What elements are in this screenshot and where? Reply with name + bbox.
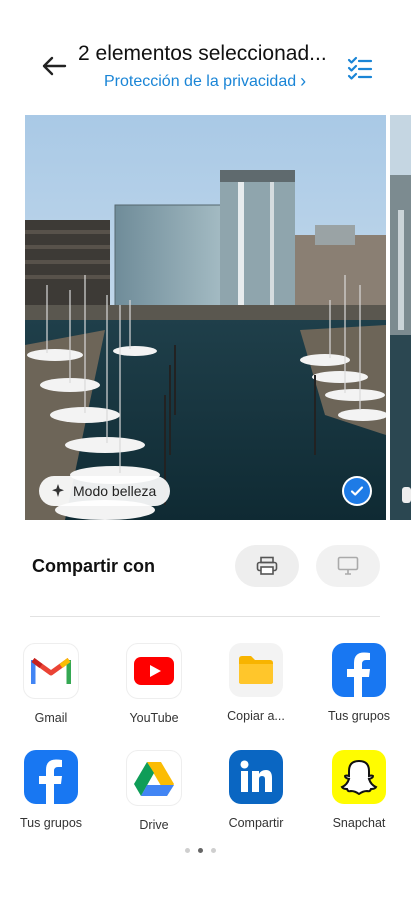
back-button[interactable]: [38, 50, 70, 82]
gmail-icon: [23, 643, 79, 699]
share-app-youtube[interactable]: YouTube: [109, 643, 199, 725]
app-label: Compartir: [228, 816, 284, 830]
cast-screen-button[interactable]: [316, 545, 380, 587]
chevron-right-icon: ›: [300, 71, 307, 91]
beauty-mode-label: Modo belleza: [73, 483, 157, 499]
sparkle-icon: [52, 484, 64, 497]
app-label: Drive: [139, 818, 169, 832]
share-app-facebook-groups-2[interactable]: Tus grupos: [6, 750, 96, 830]
header: 2 elementos seleccionad... Protección de…: [0, 0, 411, 110]
app-label: Gmail: [34, 711, 68, 725]
selected-checkmark[interactable]: [344, 478, 370, 504]
arrow-left-icon: [42, 56, 67, 76]
harbor-photo: [25, 115, 386, 520]
page-indicator: [185, 848, 216, 853]
privacy-link-label: Protección de la privacidad: [104, 72, 297, 90]
print-button[interactable]: [235, 545, 299, 587]
beauty-mode-badge: Modo belleza: [39, 476, 171, 506]
share-app-drive[interactable]: Drive: [109, 750, 199, 832]
checklist-icon: [347, 56, 373, 80]
divider: [30, 616, 380, 617]
page-title: 2 elementos seleccionad...: [78, 42, 327, 65]
drive-icon: [126, 750, 182, 806]
check-icon: [350, 486, 364, 496]
folder-icon: [229, 643, 283, 697]
snapchat-icon: [332, 750, 386, 804]
linkedin-icon: [229, 750, 283, 804]
facebook-icon: [24, 750, 78, 804]
monitor-icon: [337, 556, 359, 575]
app-label: Tus grupos: [19, 816, 83, 830]
privacy-link[interactable]: Protección de la privacidad ›: [104, 71, 306, 92]
page-dot: [211, 848, 216, 853]
app-label: Copiar a...: [227, 709, 285, 723]
share-app-snapchat[interactable]: Snapchat: [314, 750, 404, 830]
next-photo-thumbnail: [390, 115, 411, 520]
share-app-facebook-groups[interactable]: Tus grupos: [314, 643, 404, 723]
printer-icon: [256, 556, 278, 575]
share-app-gmail[interactable]: Gmail: [6, 643, 96, 725]
selected-photo[interactable]: Modo belleza: [25, 115, 386, 520]
app-label: Tus grupos: [327, 709, 391, 723]
app-label: YouTube: [129, 711, 179, 725]
next-photo-preview[interactable]: [390, 115, 411, 520]
facebook-icon: [332, 643, 386, 697]
select-all-button[interactable]: [346, 54, 374, 82]
app-label: Snapchat: [332, 816, 386, 830]
youtube-icon: [126, 643, 182, 699]
share-app-linkedin[interactable]: Compartir: [211, 750, 301, 830]
share-with-heading: Compartir con: [32, 556, 156, 576]
page-dot: [185, 848, 190, 853]
page-dot-active: [198, 848, 203, 853]
share-app-copy-to[interactable]: Copiar a...: [211, 643, 301, 723]
